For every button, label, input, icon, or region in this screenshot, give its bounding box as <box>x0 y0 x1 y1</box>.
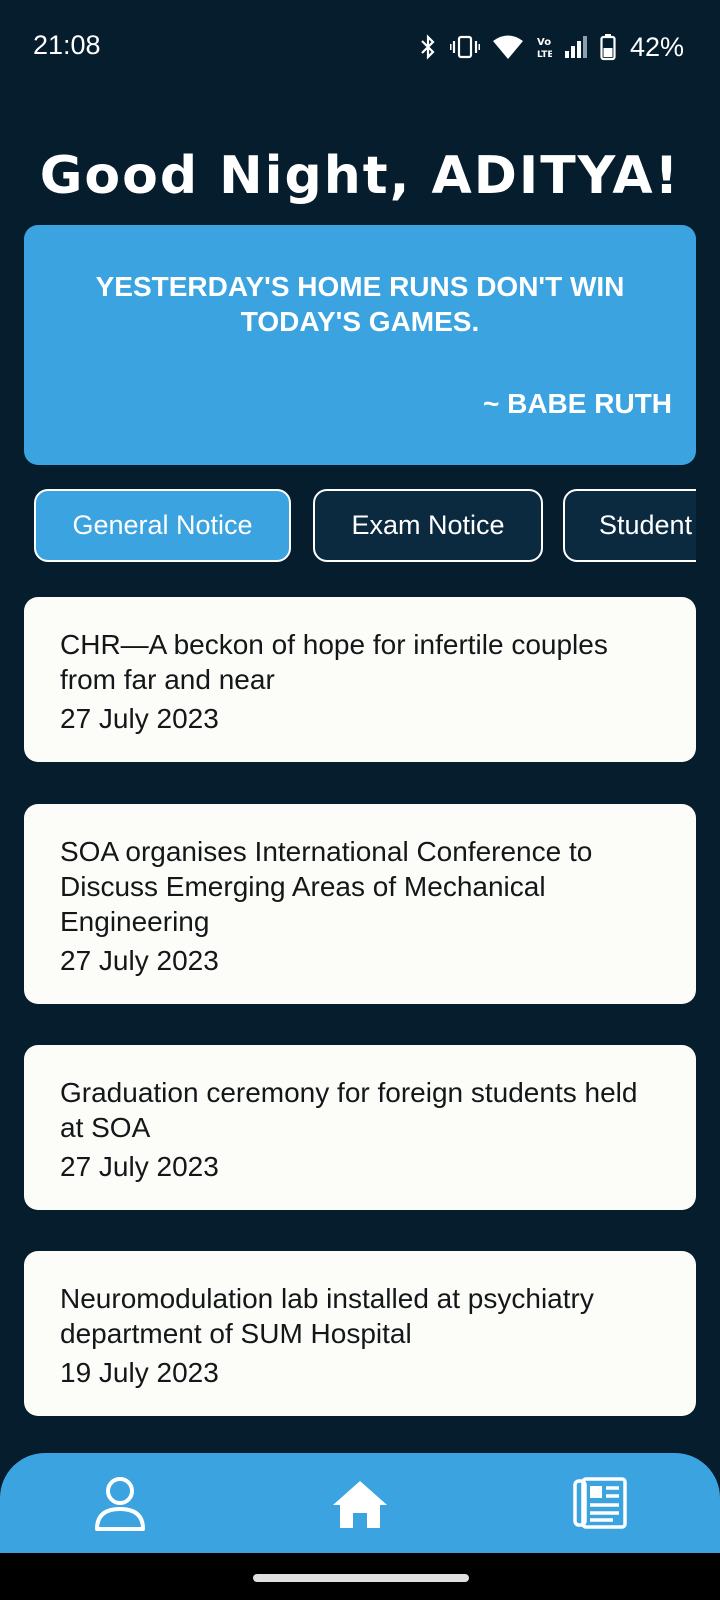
tab-exam-notice[interactable]: Exam Notice <box>313 489 543 562</box>
battery-percentage: 42% <box>629 31 684 62</box>
quote-text: YESTERDAY'S HOME RUNS DON'T WIN TODAY'S … <box>95 271 625 337</box>
notice-date: 27 July 2023 <box>60 703 219 734</box>
vibrate-icon <box>449 34 480 60</box>
profile-icon <box>93 1475 147 1538</box>
notice-date: 27 July 2023 <box>60 945 219 976</box>
notice-date: 27 July 2023 <box>60 1151 219 1182</box>
status-time: 21:08 <box>33 30 101 60</box>
notice-tabs: General Notice Exam Notice Student <box>24 488 696 568</box>
notice-title: SOA organises International Conference t… <box>60 836 593 937</box>
bottom-navigation <box>0 1453 720 1553</box>
home-button[interactable] <box>325 1471 395 1541</box>
greeting-title: Good Night, ADITYA! <box>39 146 681 206</box>
svg-text:Vo: Vo <box>537 37 551 48</box>
profile-button[interactable] <box>85 1471 155 1541</box>
status-icons: Vo LTE 42% <box>418 30 684 64</box>
status-bar: 21:08 Vo LTE 42% <box>0 0 720 100</box>
volte-icon: Vo LTE <box>536 34 552 60</box>
signal-icon <box>564 35 588 59</box>
notice-card[interactable]: SOA organises International Conference t… <box>24 804 696 1004</box>
notice-title: CHR—A beckon of hope for infertile coupl… <box>60 629 608 695</box>
notice-card[interactable]: Neuromodulation lab installed at psychia… <box>24 1251 696 1416</box>
quote-author: ~ BABE RUTH <box>482 388 672 419</box>
bluetooth-icon <box>418 33 438 61</box>
wifi-icon <box>492 34 524 60</box>
newspaper-icon <box>573 1476 627 1536</box>
notice-card[interactable]: Graduation ceremony for foreign students… <box>24 1045 696 1210</box>
home-gesture-bar[interactable] <box>253 1574 469 1582</box>
notice-title: Neuromodulation lab installed at psychia… <box>60 1283 594 1349</box>
notice-title: Graduation ceremony for foreign students… <box>60 1077 638 1143</box>
svg-text:LTE: LTE <box>537 50 552 60</box>
home-icon <box>331 1478 389 1535</box>
notice-date: 19 July 2023 <box>60 1357 219 1388</box>
notice-card[interactable]: CHR—A beckon of hope for infertile coupl… <box>24 597 696 762</box>
tab-general-notice[interactable]: General Notice <box>34 489 291 562</box>
quote-card: YESTERDAY'S HOME RUNS DON'T WIN TODAY'S … <box>24 225 696 465</box>
news-button[interactable] <box>565 1471 635 1541</box>
tab-student[interactable]: Student <box>563 489 696 562</box>
battery-icon <box>600 33 616 61</box>
